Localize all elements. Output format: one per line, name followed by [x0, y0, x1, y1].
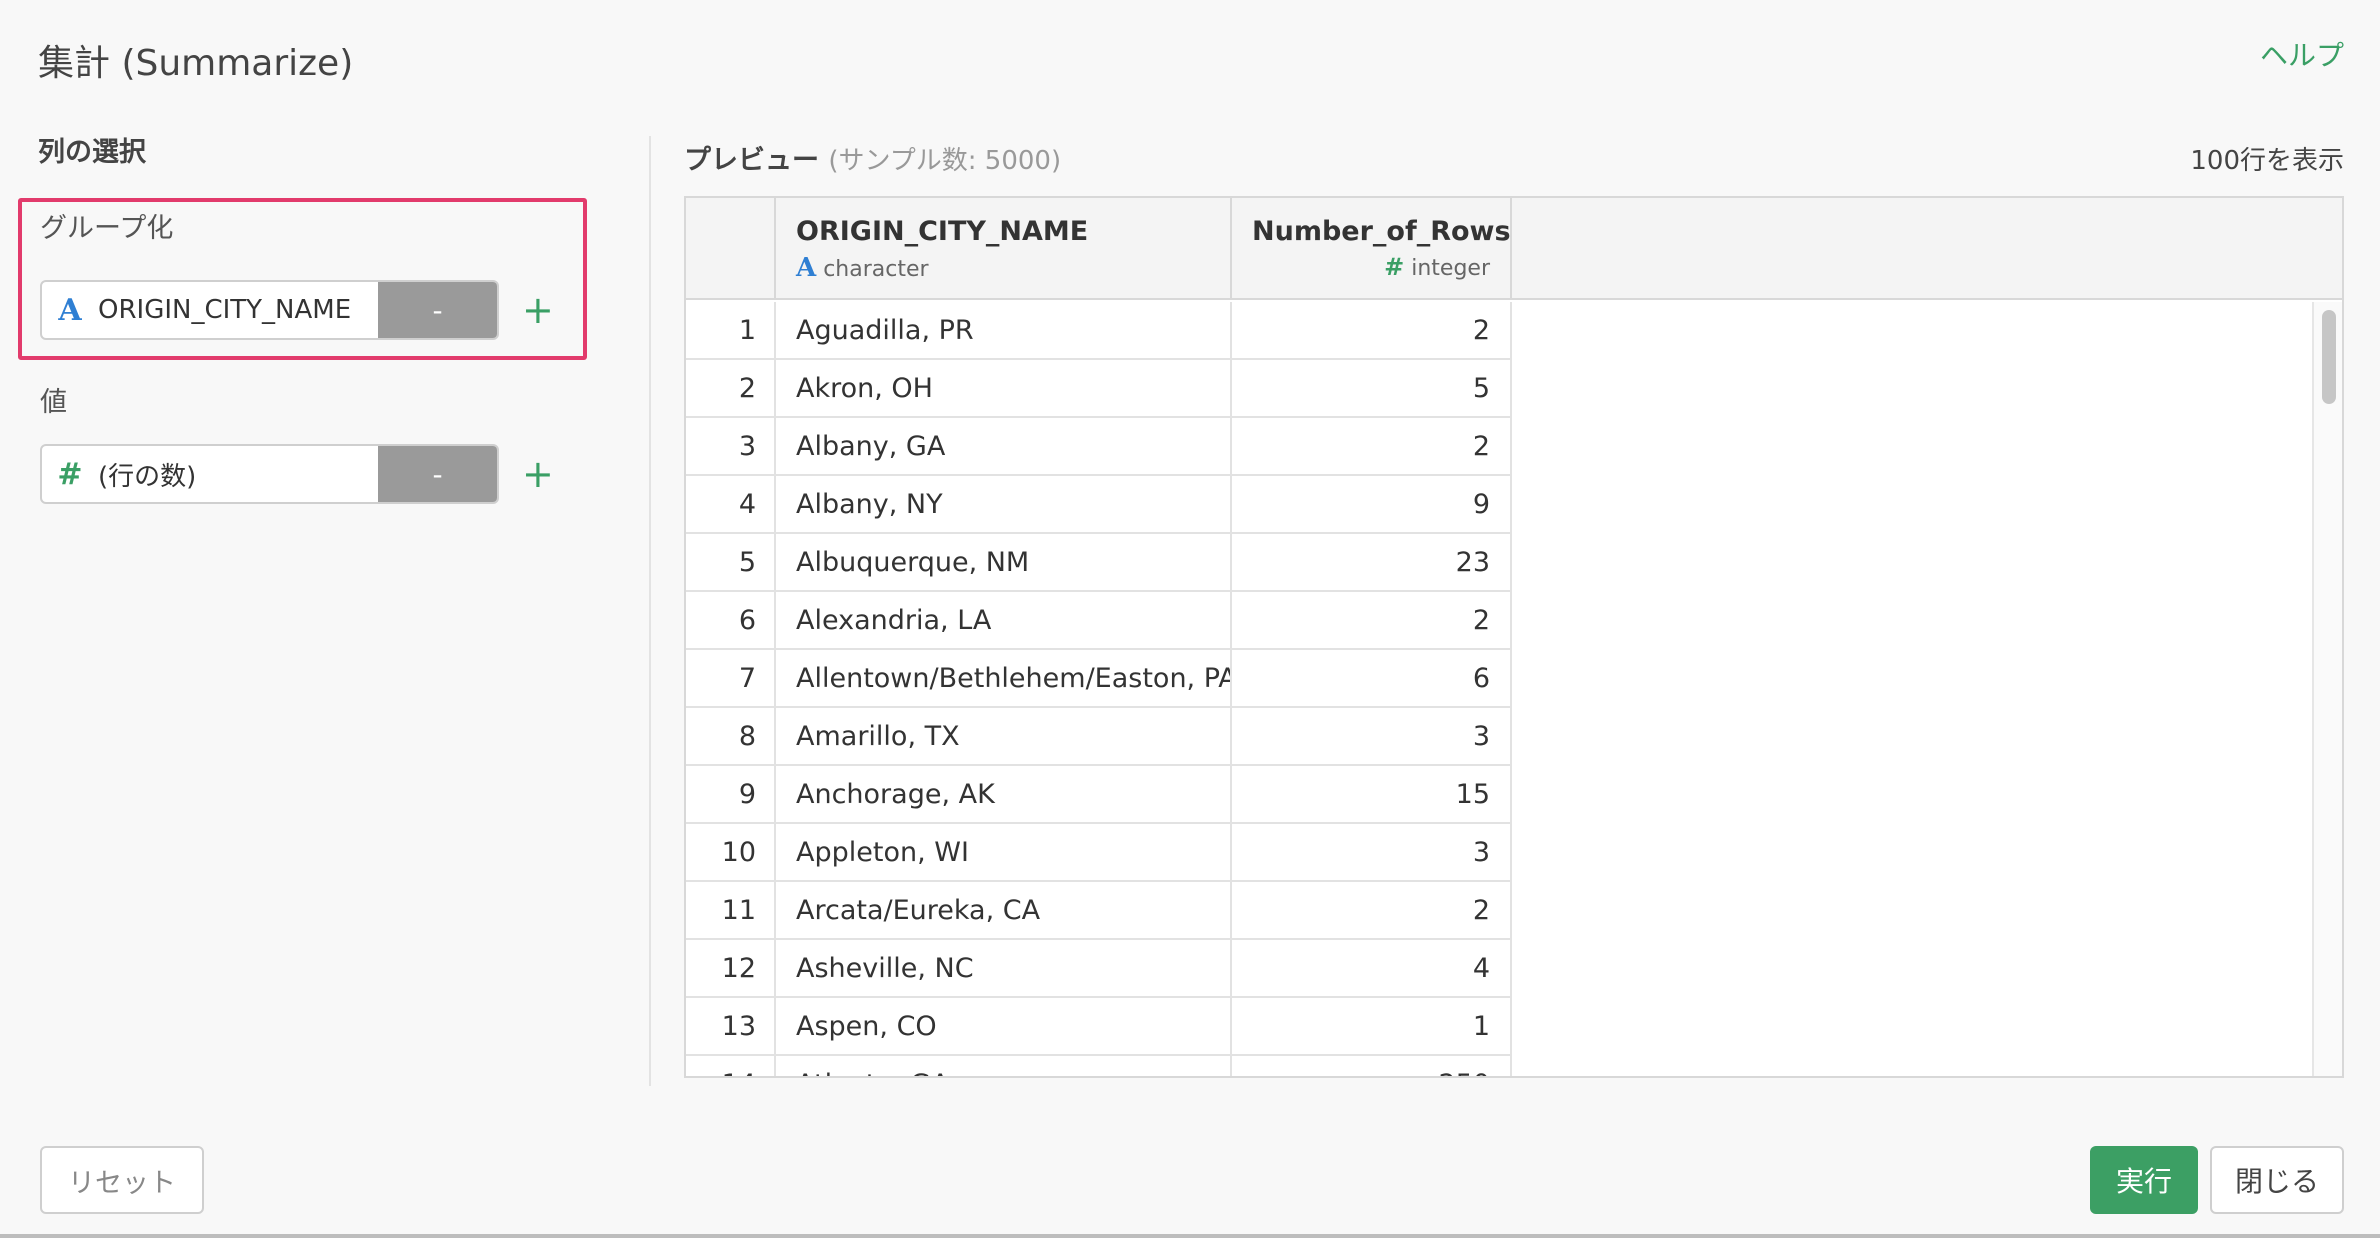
row-index: 1 [686, 302, 776, 358]
character-type-icon: A [58, 292, 82, 328]
header-index-cell [686, 198, 776, 298]
header-number-of-rows[interactable]: Number_of_Rows # integer [1232, 198, 1512, 298]
number-type-icon: # [1384, 253, 1405, 281]
row-index: 2 [686, 360, 776, 416]
group-by-field[interactable]: A ORIGIN_CITY_NAME - [40, 280, 499, 340]
column-type: integer [1411, 256, 1490, 281]
number-of-rows-cell: 2 [1232, 418, 1512, 474]
column-selection-panel: 列の選択 グループ化 A ORIGIN_CITY_NAME - + 値 # (行… [18, 130, 598, 504]
character-type-icon: A [796, 253, 817, 283]
number-of-rows-cell: 2 [1232, 592, 1512, 648]
number-of-rows-cell: 15 [1232, 766, 1512, 822]
number-type-icon: # [57, 456, 83, 492]
row-index: 11 [686, 882, 776, 938]
column-name: Number_of_Rows [1252, 216, 1511, 247]
table-row[interactable]: 1 Aguadilla, PR 2 [686, 302, 1512, 360]
group-by-label: グループ化 [40, 213, 174, 244]
header-origin-city[interactable]: ORIGIN_CITY_NAME A character [776, 198, 1232, 298]
table-row[interactable]: 13 Aspen, CO 1 [686, 998, 1512, 1056]
preview-heading: プレビュー (サンプル数: 5000) [684, 138, 1061, 177]
row-index: 9 [686, 766, 776, 822]
row-index: 8 [686, 708, 776, 764]
number-of-rows-cell: 5 [1232, 360, 1512, 416]
preview-table: ORIGIN_CITY_NAME A character Number_of_R… [684, 196, 2344, 1078]
row-index: 14 [686, 1056, 776, 1076]
preview-title: プレビュー [684, 145, 819, 176]
add-value-button[interactable]: + [522, 452, 554, 496]
table-row[interactable]: 3 Albany, GA 2 [686, 418, 1512, 476]
number-of-rows-cell: 4 [1232, 940, 1512, 996]
origin-city-cell: Alexandria, LA [776, 592, 1232, 648]
table-row[interactable]: 14Atlanta, GA250 [686, 1056, 1512, 1076]
origin-city-cell: Albuquerque, NM [776, 534, 1232, 590]
row-index: 12 [686, 940, 776, 996]
number-of-rows-cell: 2 [1232, 882, 1512, 938]
add-group-button[interactable]: + [522, 288, 554, 332]
number-of-rows-cell: 2 [1232, 302, 1512, 358]
column-selection-heading: 列の選択 [38, 137, 146, 168]
row-index: 13 [686, 998, 776, 1054]
origin-city-cell: Albany, GA [776, 418, 1232, 474]
dialog-title: 集計 (Summarize) [38, 43, 354, 84]
bottom-border [0, 1234, 2380, 1238]
origin-city-cell: Amarillo, TX [776, 708, 1232, 764]
table-row[interactable]: 6 Alexandria, LA 2 [686, 592, 1512, 650]
panel-divider [649, 136, 651, 1086]
value-field[interactable]: # (行の数) - [40, 444, 499, 504]
sample-count: (サンプル数: 5000) [828, 146, 1062, 176]
origin-city-cell: Akron, OH [776, 360, 1232, 416]
group-by-column-name: ORIGIN_CITY_NAME [98, 295, 352, 325]
row-index: 10 [686, 824, 776, 880]
scrollbar-thumb[interactable] [2322, 310, 2336, 404]
number-of-rows-cell: 3 [1232, 824, 1512, 880]
table-header: ORIGIN_CITY_NAME A character Number_of_R… [686, 198, 2342, 300]
row-index: 3 [686, 418, 776, 474]
number-of-rows-cell: 9 [1232, 476, 1512, 532]
origin-city-cell: Anchorage, AK [776, 766, 1232, 822]
remove-value-button[interactable]: - [378, 446, 497, 502]
number-of-rows-cell: 6 [1232, 650, 1512, 706]
origin-city-cell: Asheville, NC [776, 940, 1232, 996]
origin-city-cell: Appleton, WI [776, 824, 1232, 880]
remove-group-button[interactable]: - [378, 282, 497, 338]
table-row[interactable]: 11 Arcata/Eureka, CA 2 [686, 882, 1512, 940]
row-index: 5 [686, 534, 776, 590]
table-row[interactable]: 12 Asheville, NC 4 [686, 940, 1512, 998]
table-row[interactable]: 10 Appleton, WI 3 [686, 824, 1512, 882]
table-row[interactable]: 8 Amarillo, TX 3 [686, 708, 1512, 766]
number-of-rows-cell: 23 [1232, 534, 1512, 590]
number-of-rows-cell: 3 [1232, 708, 1512, 764]
value-label: 値 [40, 387, 67, 418]
column-type: character [823, 257, 929, 282]
reset-button[interactable]: リセット [40, 1146, 204, 1214]
row-index: 4 [686, 476, 776, 532]
origin-city-cell: Aguadilla, PR [776, 302, 1232, 358]
column-name: ORIGIN_CITY_NAME [796, 216, 1089, 247]
rows-shown-label: 100行を表示 [2190, 146, 2344, 176]
origin-city-cell: Arcata/Eureka, CA [776, 882, 1232, 938]
origin-city-cell: Aspen, CO [776, 998, 1232, 1054]
run-button[interactable]: 実行 [2090, 1146, 2198, 1214]
number-of-rows-cell: 1 [1232, 998, 1512, 1054]
table-row[interactable]: 2 Akron, OH 5 [686, 360, 1512, 418]
number-of-rows-cell: 250 [1232, 1056, 1512, 1076]
row-index: 7 [686, 650, 776, 706]
help-link[interactable]: ヘルプ [2260, 34, 2344, 74]
row-index: 6 [686, 592, 776, 648]
table-row[interactable]: 9 Anchorage, AK 15 [686, 766, 1512, 824]
table-row[interactable]: 4 Albany, NY 9 [686, 476, 1512, 534]
vertical-scrollbar[interactable] [2312, 302, 2342, 1076]
origin-city-cell: Allentown/Bethlehem/Easton, PA [776, 650, 1232, 706]
close-button[interactable]: 閉じる [2210, 1146, 2344, 1214]
origin-city-cell: Albany, NY [776, 476, 1232, 532]
table-body: 1 Aguadilla, PR 2 2 Akron, OH 5 3 Albany, GA 2 4 A… [686, 302, 1512, 1076]
table-row[interactable]: 5 Albuquerque, NM 23 [686, 534, 1512, 592]
origin-city-cell: Atlanta, GA [776, 1056, 1232, 1076]
table-row[interactable]: 7 Allentown/Bethlehem/Easton, PA 6 [686, 650, 1512, 708]
value-column-name: (行の数) [98, 461, 197, 492]
